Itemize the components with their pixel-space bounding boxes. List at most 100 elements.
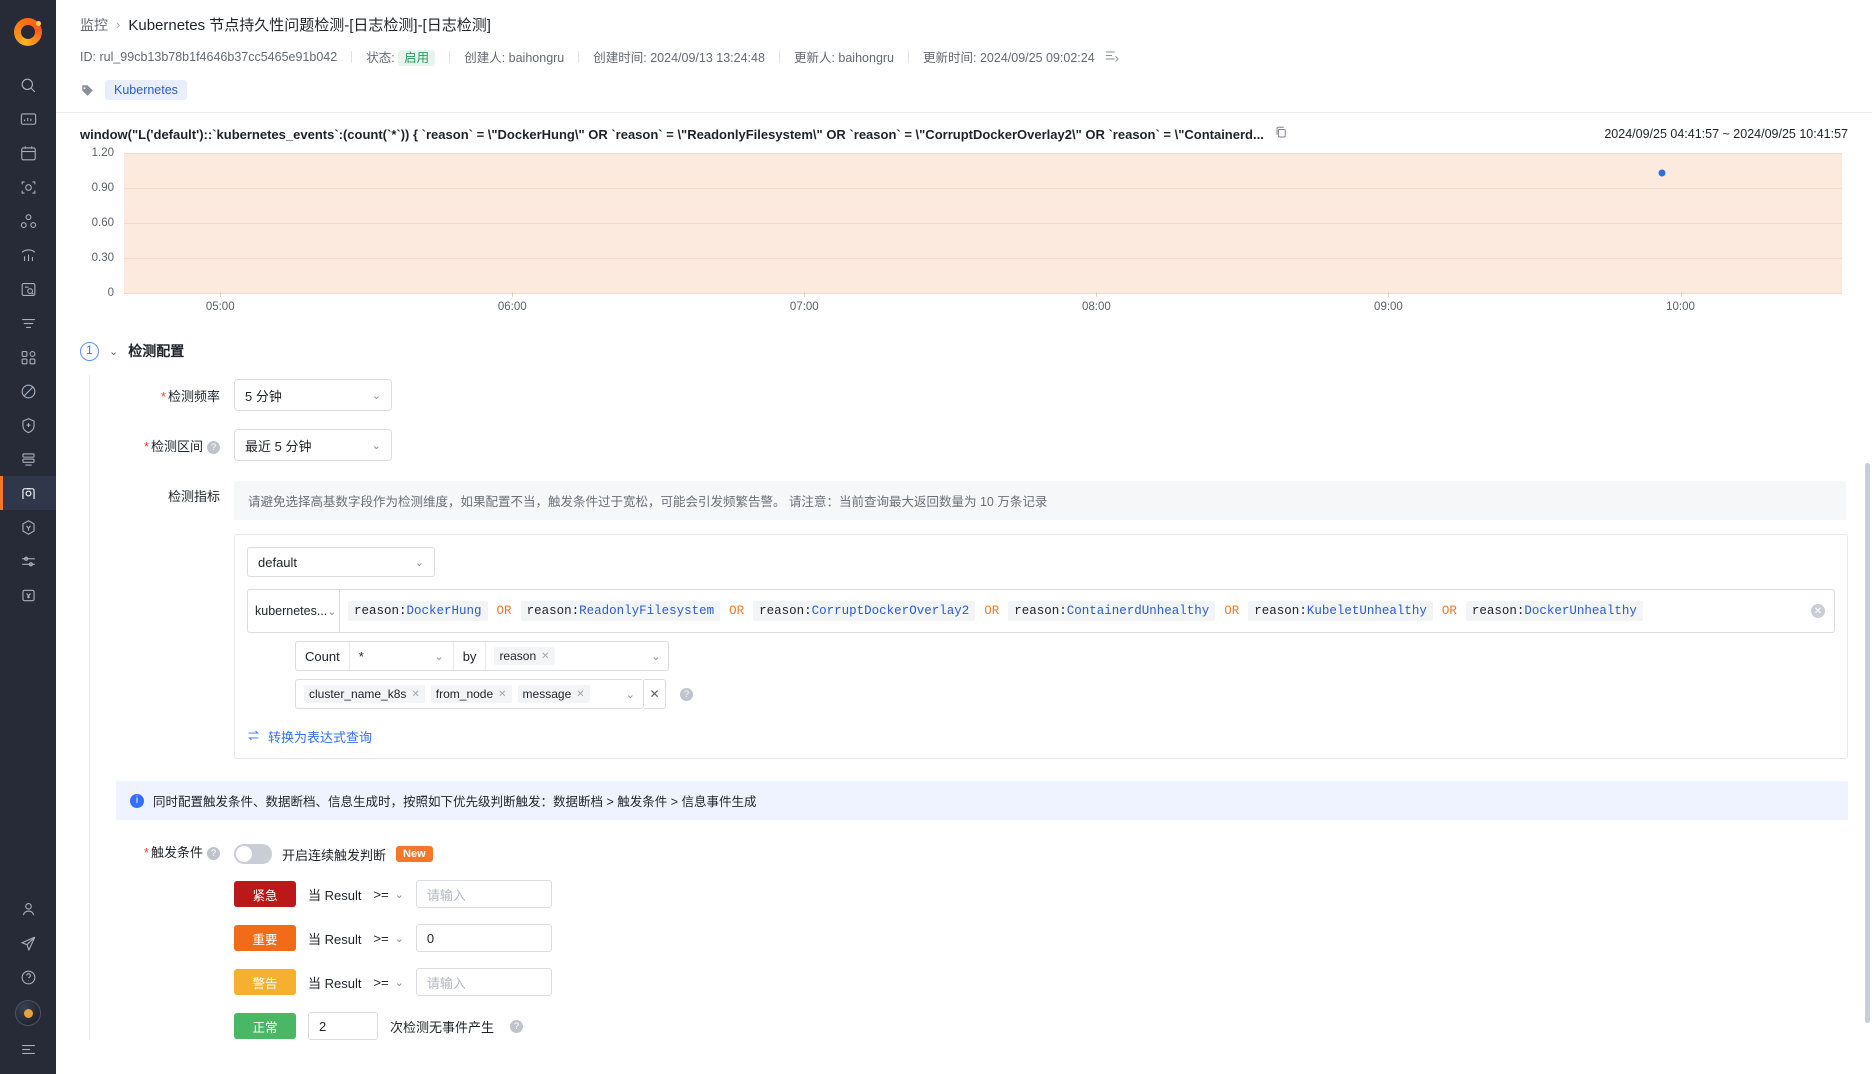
normal-count-input[interactable]: 2 [308,1012,378,1040]
threshold-input-major[interactable]: 0 [415,924,552,952]
sidebar-item-scan[interactable] [0,170,56,204]
chart-plot[interactable]: 1.20 0.90 0.60 0.30 0 [92,147,1842,299]
dimension-tag[interactable]: message ✕ [517,685,590,703]
time-range-label[interactable]: 2024/09/25 04:41:57 ~ 2024/09/25 10:41:5… [1604,127,1848,141]
dimension-tag[interactable]: from_node ✕ [430,685,512,703]
filter-term[interactable]: reason:ContainerdUnhealthy [1008,601,1216,621]
sidebar-item-resources[interactable] [0,442,56,476]
term-key: reason [759,604,805,618]
sidebar-item-calendar[interactable] [0,136,56,170]
trigger-row-warning: 警告 当 Result >= ⌄ 请输入 [234,968,1872,996]
sidebar-item-metrics[interactable] [0,238,56,272]
agg-field-select[interactable]: * ⌄ [350,642,454,670]
continuous-trigger-toggle[interactable] [234,844,272,864]
help-icon[interactable]: ? [680,687,693,701]
operator-select-critical[interactable]: >= ⌄ [373,887,403,902]
breadcrumb-root[interactable]: 监控 [80,15,108,35]
help-icon[interactable]: ? [207,847,220,860]
section-title: 检测配置 [128,343,185,359]
severity-button-warning[interactable]: 警告 [234,969,296,995]
severity-button-critical[interactable]: 紧急 [234,881,296,907]
x-tick: 08:00 [1081,301,1111,313]
sidebar-item-user[interactable] [0,892,56,926]
help-icon[interactable]: ? [207,441,220,454]
query-builder: default ⌄ kubernetes... ⌄ reason:DockerH… [234,534,1848,759]
x-tick: 10:00 [1666,301,1695,313]
operator-select-warning[interactable]: >= ⌄ [373,975,403,990]
filter-term[interactable]: reason:KubeletUnhealthy [1248,601,1433,621]
sidebar-item-security[interactable] [0,408,56,442]
dimensions-select[interactable]: cluster_name_k8s ✕ from_node ✕ message ✕ ⌄ [295,679,644,709]
sidebar-item-send[interactable] [0,926,56,960]
remove-tag-icon[interactable]: ✕ [411,689,419,700]
group-by-select[interactable]: reason ✕ ⌄ [486,642,668,670]
severity-button-major[interactable]: 重要 [234,925,296,951]
meta-divider [578,50,580,63]
x-tick: 05:00 [205,301,235,313]
threshold-input-critical[interactable]: 请输入 [415,880,552,908]
meta-updated-value: 2024/09/25 09:02:24 [979,51,1095,65]
interval-select[interactable]: 最近 5 分钟 ⌄ [234,429,392,461]
convert-to-expression-link[interactable]: 转换为表达式查询 [247,727,1835,746]
data-point[interactable] [1658,169,1666,177]
detection-config-section: 1 ⌄ 检测配置 * 检测频率 5 分钟 ⌄ * 检测区间 ? 最近 5 分钟 … [56,323,1872,1074]
clear-filter-icon[interactable]: ✕ [1811,604,1825,618]
sidebar-item-forbidden[interactable] [0,374,56,408]
meta-updater: 更新人: baihongru [794,47,894,66]
app-logo[interactable] [0,6,56,58]
meta-detail-icon[interactable] [1105,49,1119,65]
field-interval: * 检测区间? 最近 5 分钟 ⌄ [116,429,1872,461]
operator-select-major[interactable]: >= ⌄ [373,931,403,946]
filter-term[interactable]: reason:DockerHung [348,601,488,621]
filter-expression-input[interactable]: reason:DockerHung OR reason:ReadonlyFile… [339,589,1835,633]
group-by-tag[interactable]: reason ✕ [494,647,555,665]
section-body: * 检测频率 5 分钟 ⌄ * 检测区间? 最近 5 分钟 ⌄ 检测指标 请避免… [56,375,1872,1040]
chevron-down-icon[interactable]: ⌄ [109,345,118,358]
trigger-row-major: 重要 当 Result >= ⌄ 0 [234,924,1872,952]
query-filter-row: kubernetes... ⌄ reason:DockerHung OR rea… [247,589,1835,633]
sidebar-item-search[interactable] [0,68,56,102]
sidebar-item-topology[interactable] [0,204,56,238]
clear-dimensions-button[interactable]: ✕ [644,679,666,709]
term-value: KubeletUnhealthy [1306,604,1427,618]
severity-button-normal[interactable]: 正常 [234,1013,296,1039]
threshold-input-warning[interactable]: 请输入 [415,968,552,996]
sidebar-item-monitor[interactable] [0,476,56,510]
sidebar-item-filter[interactable] [0,306,56,340]
sidebar-item-help[interactable] [0,960,56,994]
tag-icon [80,83,95,98]
sidebar-item-settings[interactable] [0,544,56,578]
remove-tag-icon[interactable]: ✕ [541,651,549,662]
meta-updated-label: 更新时间: [923,51,977,65]
main-area: 监控 › Kubernetes 节点持久性问题检测-[日志检测]-[日志检测] … [56,0,1872,1074]
remove-tag-icon[interactable]: ✕ [498,689,506,700]
filter-term[interactable]: reason:DockerUnhealthy [1465,601,1643,621]
collapse-sidebar-button[interactable] [0,1032,56,1066]
remove-tag-icon[interactable]: ✕ [576,689,584,700]
workspace-value: default [258,554,298,570]
sidebar-item-service[interactable] [0,510,56,544]
new-badge: New [396,846,433,862]
sidebar-item-billing[interactable] [0,578,56,612]
tag-label: cluster_name_k8s [309,687,407,701]
vertical-scrollbar[interactable] [1865,463,1870,1023]
sidebar-item-log-search[interactable] [0,272,56,306]
sidebar-item-dashboard[interactable] [0,102,56,136]
section-header[interactable]: 1 ⌄ 检测配置 [56,323,1872,361]
term-key: reason [1014,604,1060,618]
filter-term[interactable]: reason:CorruptDockerOverlay2 [753,601,976,621]
field-trigger: * 触发条件? 开启连续触发判断 New 紧急 当 Result >= ⌄ 请输入 [116,840,1872,1040]
avatar[interactable] [15,1000,41,1026]
copy-icon[interactable] [1274,125,1289,143]
field-interval-label: * 检测区间? [116,429,234,455]
meta-creator-value: baihongru [508,51,565,65]
help-icon[interactable]: ? [510,1019,524,1033]
dimension-tag[interactable]: cluster_name_k8s ✕ [304,685,425,703]
agg-function-label: Count [296,642,350,670]
workspace-select[interactable]: default ⌄ [247,547,435,577]
source-select[interactable]: kubernetes... ⌄ [247,589,339,633]
filter-term[interactable]: reason:ReadonlyFilesystem [520,601,721,621]
frequency-select[interactable]: 5 分钟 ⌄ [234,379,392,411]
tag-kubernetes[interactable]: Kubernetes [105,80,187,100]
sidebar-item-apps[interactable] [0,340,56,374]
